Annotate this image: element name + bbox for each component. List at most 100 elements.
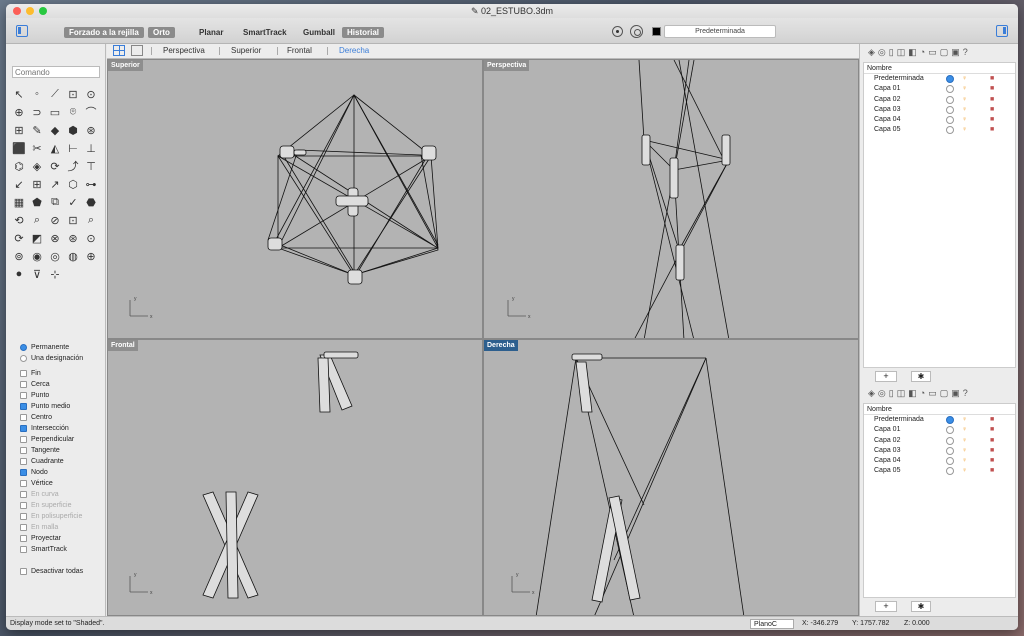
lock-icon[interactable]: ■ bbox=[990, 466, 994, 476]
tool-icon-26[interactable]: ⊞ bbox=[29, 176, 45, 192]
lock-icon[interactable]: ■ bbox=[990, 115, 994, 125]
snap-item-1[interactable]: Cerca bbox=[20, 379, 83, 390]
tool-icon-15[interactable]: ⬛ bbox=[11, 140, 27, 156]
tool-icon-3[interactable]: ⊡ bbox=[65, 86, 81, 102]
lightbulb-icon[interactable]: ♀ bbox=[962, 415, 967, 425]
tool-icon-6[interactable]: ⊃ bbox=[29, 104, 45, 120]
snap-item-14[interactable]: En malla bbox=[20, 522, 83, 533]
lock-icon[interactable]: ■ bbox=[990, 415, 994, 425]
snap-item-2[interactable]: Punto bbox=[20, 390, 83, 401]
tool-icon-48[interactable]: ◍ bbox=[65, 248, 81, 264]
layer-row[interactable]: Capa 04 ♀ ■ bbox=[864, 115, 1015, 125]
tool-icon-42[interactable]: ⊗ bbox=[47, 230, 63, 246]
tab-top[interactable]: Superior bbox=[231, 46, 261, 55]
close-window-button[interactable] bbox=[13, 7, 21, 15]
tool-icon-8[interactable]: ⌾ bbox=[65, 104, 81, 120]
snap-item-16[interactable]: SmartTrack bbox=[20, 544, 83, 555]
tool-icon-31[interactable]: ⬟ bbox=[29, 194, 45, 210]
document-icon[interactable]: ▯ bbox=[889, 388, 894, 402]
snap-checkbox[interactable] bbox=[20, 370, 27, 377]
tool-icon-20[interactable]: ⌬ bbox=[11, 158, 27, 174]
snap-item-15[interactable]: Proyectar bbox=[20, 533, 83, 544]
tab-right[interactable]: Derecha bbox=[339, 46, 369, 55]
tool-icon-47[interactable]: ◎ bbox=[47, 248, 63, 264]
tool-icon-14[interactable]: ⊛ bbox=[83, 122, 99, 138]
snap-checkbox[interactable] bbox=[20, 458, 27, 465]
viewport-front[interactable]: Frontal y x bbox=[107, 339, 483, 616]
command-input[interactable] bbox=[12, 66, 100, 78]
snap-checkbox[interactable] bbox=[20, 469, 27, 476]
layer-options-gear-icon[interactable]: ✱ bbox=[911, 371, 931, 382]
tool-icon-12[interactable]: ◆ bbox=[47, 122, 63, 138]
disable-all-checkbox[interactable] bbox=[20, 568, 27, 575]
layer-row[interactable]: Capa 02 ♀ ■ bbox=[864, 95, 1015, 105]
snap-item-12[interactable]: En superficie bbox=[20, 500, 83, 511]
lock-icon[interactable]: ■ bbox=[990, 84, 994, 94]
tool-icon-38[interactable]: ⊡ bbox=[65, 212, 81, 228]
tool-icon-39[interactable]: ⌕ bbox=[83, 212, 99, 228]
tool-icon-21[interactable]: ◈ bbox=[29, 158, 45, 174]
snap-item-8[interactable]: Cuadrante bbox=[20, 456, 83, 467]
snap-item-6[interactable]: Perpendicular bbox=[20, 434, 83, 445]
snap-checkbox[interactable] bbox=[20, 403, 27, 410]
lock-icon[interactable]: ■ bbox=[990, 425, 994, 435]
lightbulb-icon[interactable]: ♀ bbox=[962, 425, 967, 435]
snap-checkbox[interactable] bbox=[20, 546, 27, 553]
tool-icon-51[interactable]: ⊽ bbox=[29, 266, 45, 282]
snap-checkbox[interactable] bbox=[20, 425, 27, 432]
tool-icon-40[interactable]: ⟳ bbox=[11, 230, 27, 246]
layer-row[interactable]: Capa 03 ♀ ■ bbox=[864, 446, 1015, 456]
current-layer-radio[interactable] bbox=[946, 126, 954, 135]
viewport-right[interactable]: Derecha y x bbox=[483, 339, 859, 616]
toolbar-button-1[interactable]: Orto bbox=[148, 27, 175, 38]
blocks-icon[interactable]: ▢ bbox=[940, 388, 949, 402]
snap-mode-radio[interactable] bbox=[20, 355, 27, 362]
tool-icon-24[interactable]: ⊤ bbox=[83, 158, 99, 174]
snap-checkbox[interactable] bbox=[20, 502, 27, 509]
current-layer-radio[interactable] bbox=[946, 416, 954, 424]
tool-icon-19[interactable]: ⊥ bbox=[83, 140, 99, 156]
materials-icon[interactable]: ◧ bbox=[908, 47, 917, 61]
snap-item-3[interactable]: Punto medio bbox=[20, 401, 83, 412]
snap-item-9[interactable]: Nodo bbox=[20, 467, 83, 478]
snap-mode-0[interactable]: Permanente bbox=[20, 342, 83, 353]
tool-icon-2[interactable]: ⟋ bbox=[47, 86, 63, 102]
notes-icon[interactable]: ▭ bbox=[928, 388, 937, 402]
properties-icon[interactable]: ◎ bbox=[878, 47, 886, 61]
tool-icon-18[interactable]: ⊢ bbox=[65, 140, 81, 156]
layer-row[interactable]: Capa 04 ♀ ■ bbox=[864, 456, 1015, 466]
document-icon[interactable]: ▯ bbox=[889, 47, 894, 61]
help-icon[interactable]: ? bbox=[963, 47, 968, 61]
tool-icon-23[interactable]: ⤴ bbox=[65, 158, 81, 174]
help-icon[interactable]: ? bbox=[963, 388, 968, 402]
layer-options-gear-icon[interactable]: ✱ bbox=[911, 601, 931, 612]
current-layer-radio[interactable] bbox=[946, 105, 954, 114]
blocks-icon[interactable]: ▢ bbox=[940, 47, 949, 61]
tool-icon-46[interactable]: ◉ bbox=[29, 248, 45, 264]
tool-icon-0[interactable]: ↖ bbox=[11, 86, 27, 102]
viewport-icon[interactable]: ▣ bbox=[951, 388, 960, 402]
tool-icon-17[interactable]: ◭ bbox=[47, 140, 63, 156]
layer-row[interactable]: Predeterminada ♀ ■ bbox=[864, 74, 1015, 84]
current-layer-radio[interactable] bbox=[946, 446, 954, 455]
tool-icon-44[interactable]: ⊙ bbox=[83, 230, 99, 246]
zoom-window-button[interactable] bbox=[39, 7, 47, 15]
tool-icon-43[interactable]: ⊛ bbox=[65, 230, 81, 246]
snap-checkbox[interactable] bbox=[20, 524, 27, 531]
add-layer-button[interactable]: + bbox=[875, 371, 897, 382]
tool-icon-35[interactable]: ⟲ bbox=[11, 212, 27, 228]
construction-plane-select[interactable]: PlanoC bbox=[750, 619, 794, 629]
layer-row[interactable]: Capa 03 ♀ ■ bbox=[864, 105, 1015, 115]
tab-front[interactable]: Frontal bbox=[287, 46, 312, 55]
snap-mode-radio[interactable] bbox=[20, 344, 27, 351]
record-history-icon[interactable] bbox=[612, 26, 623, 37]
tool-icon-25[interactable]: ↙ bbox=[11, 176, 27, 192]
snap-checkbox[interactable] bbox=[20, 513, 27, 520]
snap-checkbox[interactable] bbox=[20, 535, 27, 542]
lightbulb-icon[interactable]: ♀ bbox=[962, 466, 967, 476]
tool-icon-50[interactable]: ● bbox=[11, 266, 27, 282]
tab-perspective[interactable]: Perspectiva bbox=[163, 46, 205, 55]
tool-icon-49[interactable]: ⊕ bbox=[83, 248, 99, 264]
snap-checkbox[interactable] bbox=[20, 491, 27, 498]
render-icon[interactable]: ◔ bbox=[920, 388, 925, 402]
